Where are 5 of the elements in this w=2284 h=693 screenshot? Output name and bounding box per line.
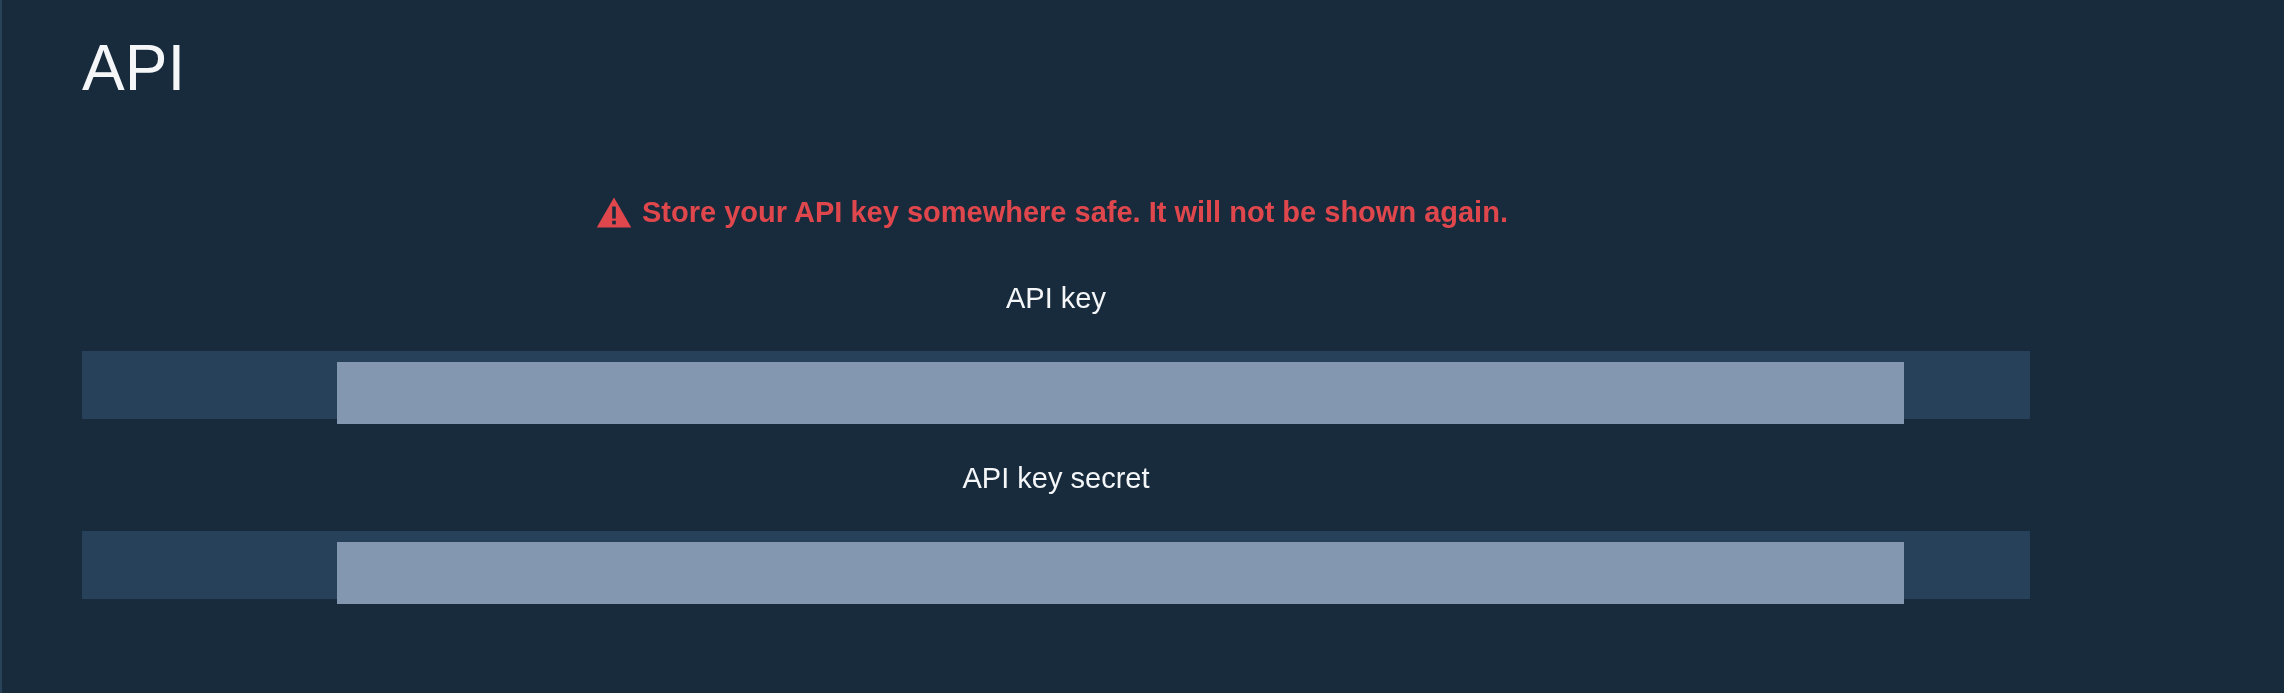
field-label: API key (1006, 281, 1106, 315)
warning-message: Store your API key somewhere safe. It will not be shown again. (642, 196, 1508, 229)
page-title: API (82, 31, 186, 106)
warning-icon (596, 196, 633, 229)
field-label: API key secret (962, 461, 1150, 495)
